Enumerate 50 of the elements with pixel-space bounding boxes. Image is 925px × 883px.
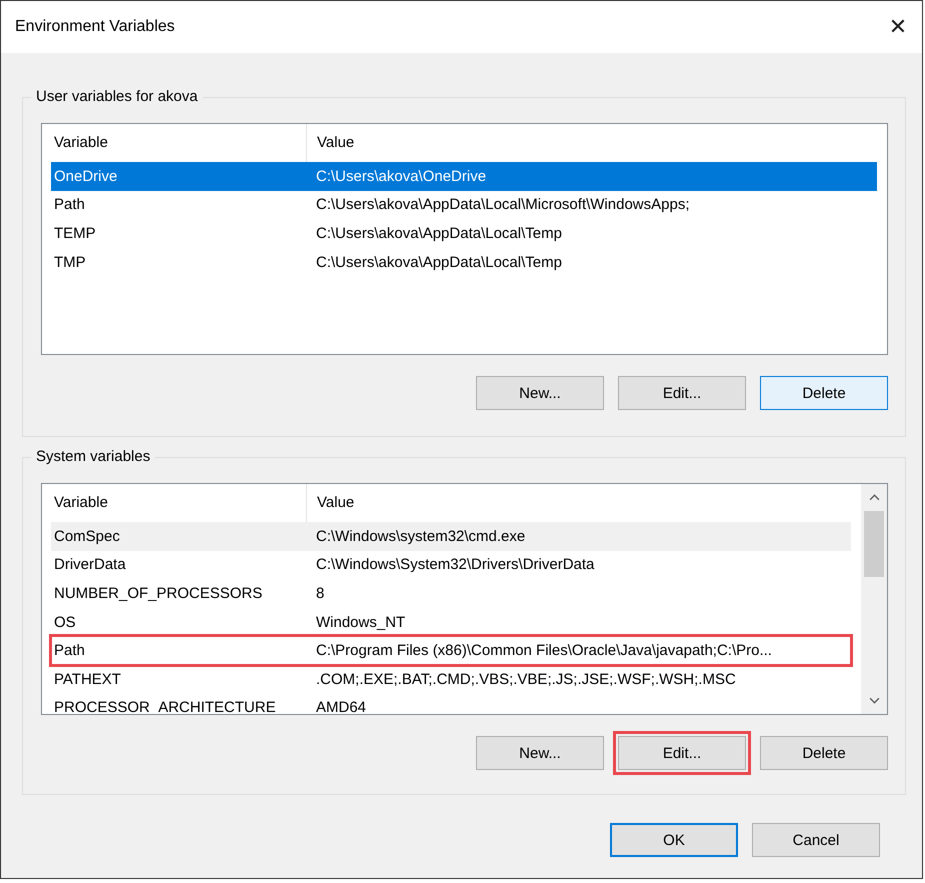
dialog-button[interactable]: Delete bbox=[760, 736, 888, 770]
variable-name: DriverData bbox=[53, 556, 127, 574]
variable-name: TMP bbox=[53, 254, 87, 271]
variable-value: C:\Windows\system32\cmd.exe bbox=[315, 528, 526, 545]
variable-name: ComSpec bbox=[53, 528, 121, 545]
list-row[interactable]: OneDrive C:\Users\akova\OneDrive bbox=[51, 162, 877, 191]
variable-name: Path bbox=[53, 196, 86, 214]
window-title: Environment Variables bbox=[15, 18, 175, 36]
column-header[interactable]: Value bbox=[307, 124, 354, 162]
column-header[interactable]: Value bbox=[307, 484, 354, 522]
dialog-button[interactable]: New... bbox=[476, 736, 604, 770]
list-row[interactable]: PROCESSOR_ARCHITECTURE AMD64 bbox=[51, 694, 851, 714]
list-row[interactable]: ComSpec C:\Windows\system32\cmd.exe bbox=[51, 522, 851, 551]
scroll-thumb[interactable] bbox=[864, 511, 884, 577]
dialog-button[interactable]: Cancel bbox=[752, 823, 880, 857]
scroll-down-icon[interactable] bbox=[868, 697, 880, 704]
list-row[interactable]: TMP C:\Users\akova\AppData\Local\Temp bbox=[51, 248, 877, 276]
dialog-button[interactable]: Edit... bbox=[618, 736, 746, 770]
variable-value: Windows_NT bbox=[315, 614, 406, 631]
dialog-button[interactable]: Delete bbox=[760, 376, 888, 410]
variable-value: 8 bbox=[315, 584, 324, 602]
variable-value: AMD64 bbox=[315, 699, 366, 714]
variable-name: PATHEXT bbox=[53, 670, 122, 688]
list-row[interactable]: PATHEXT .COM;.EXE;.BAT;.CMD;.VBS;.VBE;.JS;.JSE;.WSF;.WSH;.MSC bbox=[51, 664, 851, 694]
list-row[interactable]: Path C:\Program Files (x86)\Common Files\Oracle\Java\javapath;C:\Pro... bbox=[51, 636, 851, 665]
variable-name: PROCESSOR_ARCHITECTURE bbox=[53, 699, 277, 714]
variable-value: .COM;.EXE;.BAT;.CMD;.VBS;.VBE;.JS;.JSE;.WSF;.WSH;.MSC bbox=[315, 670, 736, 688]
list-row[interactable]: DriverData C:\Windows\System32\Drivers\DriverData bbox=[51, 550, 851, 580]
variable-name: TEMP bbox=[53, 224, 97, 242]
scroll-up-icon[interactable] bbox=[868, 494, 880, 501]
variable-value: C:\Users\akova\AppData\Local\Temp bbox=[315, 254, 562, 271]
group-title: System variables bbox=[31, 447, 156, 467]
variable-value: C:\Program Files (x86)\Common Files\Oracle\Java\javapath;C:\Pro... bbox=[315, 642, 772, 660]
scrollbar[interactable] bbox=[861, 484, 887, 714]
dialog-button[interactable]: Edit... bbox=[618, 376, 746, 410]
variable-name: OneDrive bbox=[53, 168, 118, 185]
variable-name: Path bbox=[53, 642, 86, 660]
list-row[interactable]: NUMBER_OF_PROCESSORS 8 bbox=[51, 579, 851, 608]
list-row[interactable]: Path C:\Users\akova\AppData\Local\Microsoft\WindowsApps; bbox=[51, 190, 877, 220]
variable-value: C:\Users\akova\OneDrive bbox=[315, 168, 486, 185]
variable-name: OS bbox=[53, 614, 77, 631]
variable-value: C:\Windows\System32\Drivers\DriverData bbox=[315, 556, 594, 574]
dialog-button[interactable]: New... bbox=[476, 376, 604, 410]
variable-name: NUMBER_OF_PROCESSORS bbox=[53, 584, 264, 602]
close-button[interactable]: ✕ bbox=[874, 5, 922, 49]
variable-value: C:\Users\akova\AppData\Local\Microsoft\WindowsApps; bbox=[315, 196, 690, 214]
dialog-button[interactable]: OK bbox=[610, 823, 738, 857]
list-row[interactable]: TEMP C:\Users\akova\AppData\Local\Temp bbox=[51, 219, 877, 248]
variable-value: C:\Users\akova\AppData\Local\Temp bbox=[315, 224, 562, 242]
list-row[interactable]: OS Windows_NT bbox=[51, 608, 851, 636]
